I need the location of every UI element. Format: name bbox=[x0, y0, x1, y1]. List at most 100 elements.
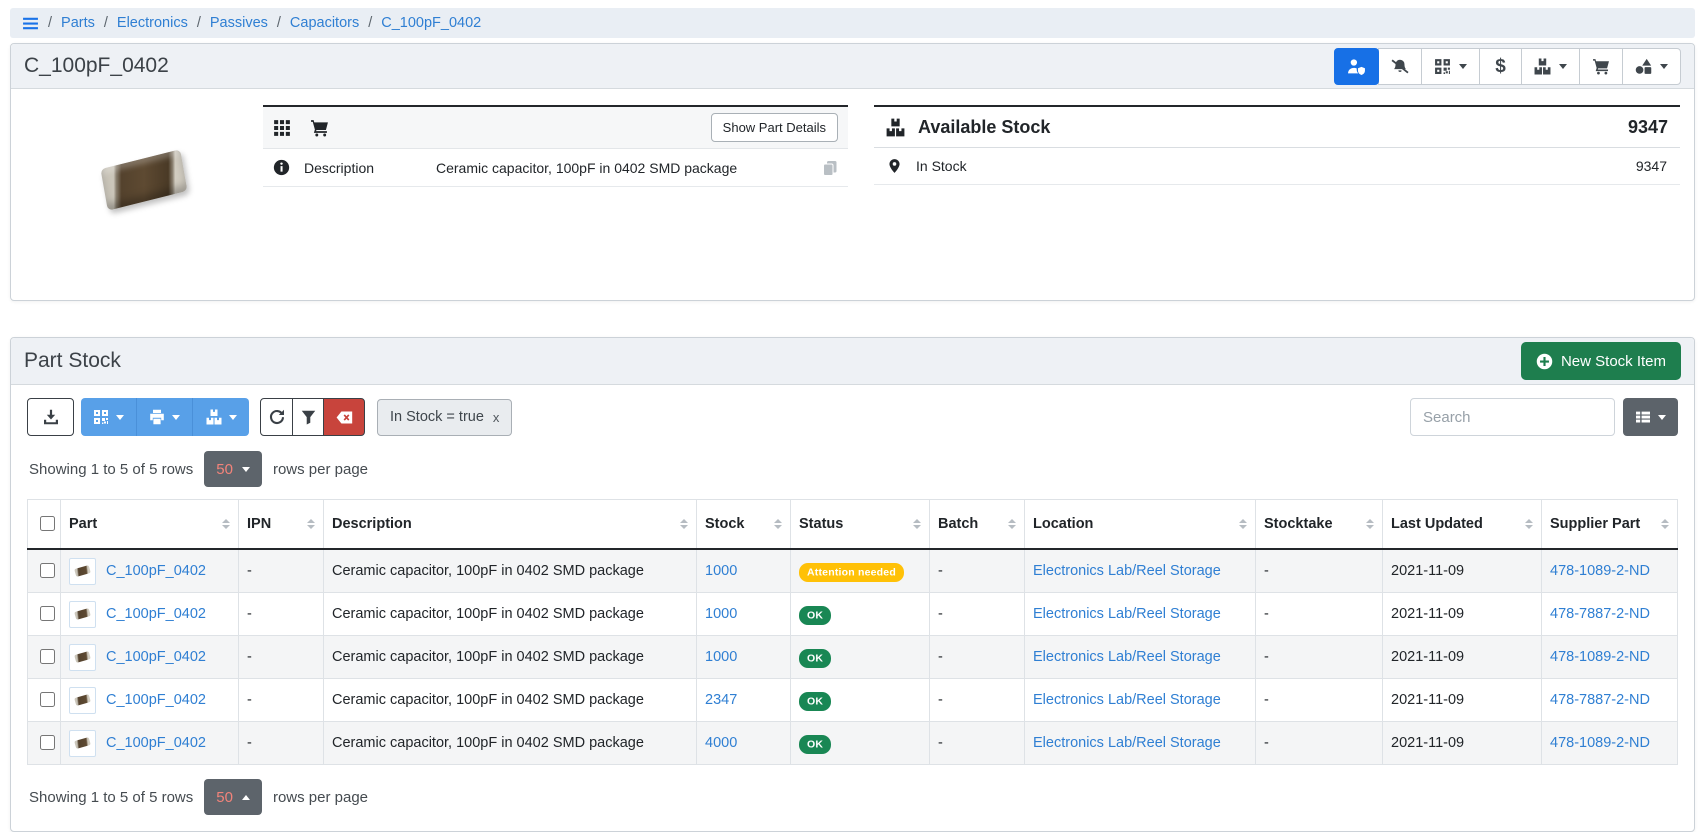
print-button[interactable] bbox=[137, 398, 193, 436]
part-actions-button[interactable] bbox=[1622, 48, 1681, 85]
table-row: C_100pF_0402 - Ceramic capacitor, 100pF … bbox=[28, 722, 1678, 765]
last-updated-cell: 2021-11-09 bbox=[1383, 549, 1542, 593]
column-header-batch: Batch bbox=[938, 516, 978, 532]
remove-filter-icon[interactable]: x bbox=[493, 410, 500, 425]
part-image[interactable] bbox=[25, 159, 263, 201]
part-link[interactable]: C_100pF_0402 bbox=[106, 563, 206, 579]
stock-options-button[interactable] bbox=[193, 398, 249, 436]
sort-icon[interactable] bbox=[1239, 519, 1247, 530]
barcode-button[interactable] bbox=[81, 398, 137, 436]
pricing-button[interactable]: $ bbox=[1479, 48, 1522, 85]
sort-icon[interactable] bbox=[680, 519, 688, 530]
supplier-part-link[interactable]: 478-7887-2-ND bbox=[1550, 606, 1650, 622]
download-icon bbox=[43, 409, 59, 425]
supplier-part-link[interactable]: 478-1089-2-ND bbox=[1550, 649, 1650, 665]
qr-code-icon bbox=[1434, 58, 1451, 75]
stock-boxes-icon bbox=[1534, 58, 1551, 75]
column-header-stocktake: Stocktake bbox=[1264, 516, 1333, 532]
order-part-button[interactable] bbox=[1579, 48, 1623, 85]
breadcrumb-item-passives[interactable]: Passives bbox=[210, 15, 268, 31]
stocktake-cell: - bbox=[1256, 722, 1383, 765]
column-header-location: Location bbox=[1033, 516, 1093, 532]
subscribe-button[interactable] bbox=[1334, 48, 1379, 85]
description-value: Ceramic capacitor, 100pF in 0402 SMD pac… bbox=[436, 160, 808, 176]
sort-icon[interactable] bbox=[307, 519, 315, 530]
location-link[interactable]: Electronics Lab/Reel Storage bbox=[1033, 563, 1221, 579]
sort-icon[interactable] bbox=[1366, 519, 1374, 530]
description-cell: Ceramic capacitor, 100pF in 0402 SMD pac… bbox=[324, 549, 697, 593]
row-checkbox[interactable] bbox=[40, 649, 55, 664]
breadcrumb-item-parts[interactable]: Parts bbox=[61, 15, 95, 31]
location-link[interactable]: Electronics Lab/Reel Storage bbox=[1033, 692, 1221, 708]
available-stock-card: Available Stock 9347 In Stock 9347 bbox=[874, 105, 1680, 185]
row-checkbox[interactable] bbox=[40, 735, 55, 750]
stock-link[interactable]: 1000 bbox=[705, 606, 737, 622]
stock-link[interactable]: 4000 bbox=[705, 735, 737, 751]
page-size-dropdown[interactable]: 50 bbox=[204, 779, 262, 815]
chevron-down-icon bbox=[229, 415, 237, 420]
column-select-button[interactable] bbox=[1623, 398, 1678, 436]
barcode-actions-button[interactable] bbox=[1421, 48, 1480, 85]
page-size-dropdown[interactable]: 50 bbox=[204, 451, 262, 487]
supplier-part-link[interactable]: 478-1089-2-ND bbox=[1550, 735, 1650, 751]
part-link[interactable]: C_100pF_0402 bbox=[106, 735, 206, 751]
table-row: C_100pF_0402 - Ceramic capacitor, 100pF … bbox=[28, 679, 1678, 722]
filter-button[interactable] bbox=[292, 398, 325, 436]
download-button[interactable] bbox=[27, 398, 74, 436]
copy-icon[interactable] bbox=[822, 160, 838, 176]
table-row: C_100pF_0402 - Ceramic capacitor, 100pF … bbox=[28, 549, 1678, 593]
part-link[interactable]: C_100pF_0402 bbox=[106, 692, 206, 708]
status-badge: OK bbox=[799, 692, 831, 711]
breadcrumb-item-electronics[interactable]: Electronics bbox=[117, 15, 188, 31]
sort-icon[interactable] bbox=[913, 519, 921, 530]
breadcrumb-item-current-part[interactable]: C_100pF_0402 bbox=[381, 15, 481, 31]
breadcrumb-item-capacitors[interactable]: Capacitors bbox=[290, 15, 359, 31]
show-part-details-button[interactable]: Show Part Details bbox=[711, 113, 838, 142]
sort-icon[interactable] bbox=[1661, 519, 1669, 530]
available-stock-header: Available Stock 9347 bbox=[874, 107, 1680, 148]
sort-icon[interactable] bbox=[1525, 519, 1533, 530]
stocktake-cell: - bbox=[1256, 549, 1383, 593]
funnel-icon bbox=[301, 410, 316, 425]
part-thumbnail bbox=[69, 558, 96, 585]
ipn-cell: - bbox=[239, 722, 324, 765]
row-checkbox[interactable] bbox=[40, 692, 55, 707]
location-link[interactable]: Electronics Lab/Reel Storage bbox=[1033, 649, 1221, 665]
filter-group bbox=[260, 398, 365, 436]
reload-icon bbox=[269, 409, 285, 425]
shopping-cart-icon[interactable] bbox=[310, 119, 329, 137]
sort-icon[interactable] bbox=[774, 519, 782, 530]
qr-code-icon bbox=[93, 409, 109, 425]
shapes-icon bbox=[1635, 58, 1652, 75]
row-checkbox[interactable] bbox=[40, 606, 55, 621]
description-cell: Ceramic capacitor, 100pF in 0402 SMD pac… bbox=[324, 636, 697, 679]
sort-icon[interactable] bbox=[1008, 519, 1016, 530]
sort-icon[interactable] bbox=[222, 519, 230, 530]
batch-cell: - bbox=[930, 722, 1025, 765]
batch-cell: - bbox=[930, 636, 1025, 679]
stock-actions-button[interactable] bbox=[1521, 48, 1580, 85]
unsubscribe-button[interactable] bbox=[1378, 48, 1422, 85]
reload-button[interactable] bbox=[260, 398, 293, 436]
last-updated-cell: 2021-11-09 bbox=[1383, 679, 1542, 722]
part-link[interactable]: C_100pF_0402 bbox=[106, 606, 206, 622]
description-cell: Ceramic capacitor, 100pF in 0402 SMD pac… bbox=[324, 593, 697, 636]
chevron-down-icon bbox=[1459, 64, 1467, 69]
menu-icon[interactable] bbox=[22, 15, 39, 32]
page-title: C_100pF_0402 bbox=[24, 54, 169, 78]
select-all-checkbox[interactable] bbox=[40, 516, 55, 531]
stock-link[interactable]: 1000 bbox=[705, 649, 737, 665]
table-row: C_100pF_0402 - Ceramic capacitor, 100pF … bbox=[28, 636, 1678, 679]
row-checkbox[interactable] bbox=[40, 563, 55, 578]
supplier-part-link[interactable]: 478-7887-2-ND bbox=[1550, 692, 1650, 708]
supplier-part-link[interactable]: 478-1089-2-ND bbox=[1550, 563, 1650, 579]
stock-link[interactable]: 1000 bbox=[705, 563, 737, 579]
new-stock-item-button[interactable]: New Stock Item bbox=[1521, 342, 1681, 380]
breadcrumb-separator: / bbox=[104, 15, 108, 31]
location-link[interactable]: Electronics Lab/Reel Storage bbox=[1033, 735, 1221, 751]
search-input[interactable] bbox=[1410, 398, 1615, 436]
part-link[interactable]: C_100pF_0402 bbox=[106, 649, 206, 665]
clear-filters-button[interactable] bbox=[323, 398, 365, 436]
location-link[interactable]: Electronics Lab/Reel Storage bbox=[1033, 606, 1221, 622]
stock-link[interactable]: 2347 bbox=[705, 692, 737, 708]
